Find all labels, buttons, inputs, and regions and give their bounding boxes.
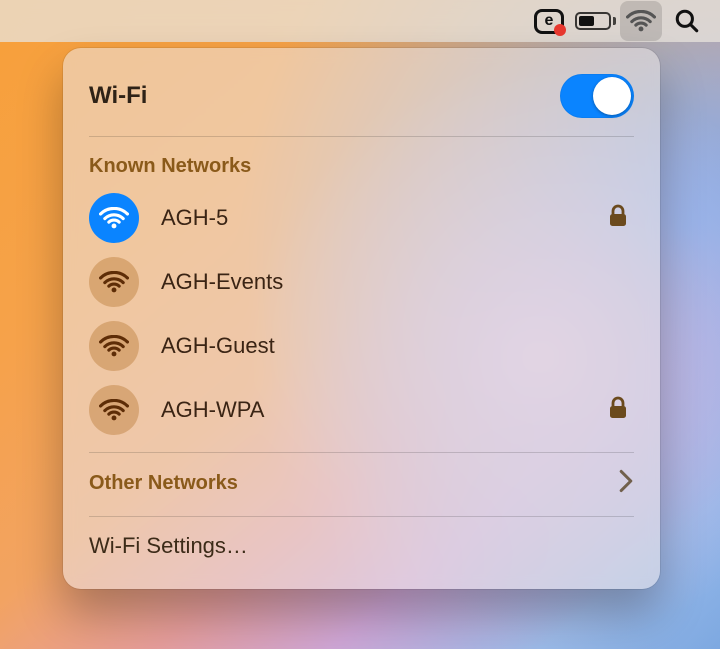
wifi-signal-icon (89, 193, 139, 243)
wifi-network-name: AGH-WPA (161, 397, 608, 423)
lock-icon (608, 396, 628, 425)
menu-extra-battery[interactable] (574, 1, 616, 41)
other-networks-button[interactable]: Other Networks (87, 453, 636, 516)
lock-icon (608, 204, 628, 233)
menu-extra-eset[interactable]: e (528, 1, 570, 41)
wifi-network-row[interactable]: AGH-Guest (87, 314, 636, 378)
menu-extra-wifi[interactable] (620, 1, 662, 41)
wifi-toggle[interactable] (560, 74, 634, 118)
wifi-network-row[interactable]: AGH-WPA (87, 378, 636, 442)
wifi-network-name: AGH-Guest (161, 333, 634, 359)
wifi-network-row[interactable]: AGH-Events (87, 250, 636, 314)
notification-dot-icon (554, 24, 566, 36)
wifi-dropdown-panel: Wi-Fi Known Networks AGH-5 (63, 48, 660, 589)
wifi-settings-button[interactable]: Wi-Fi Settings… (87, 517, 636, 577)
chevron-right-icon (618, 469, 634, 498)
battery-icon (575, 12, 616, 30)
desktop-background: e (0, 0, 720, 649)
wifi-signal-icon (89, 257, 139, 307)
wifi-signal-icon (89, 321, 139, 371)
wifi-toggle-knob (593, 77, 631, 115)
known-networks-heading: Known Networks (87, 137, 636, 186)
wifi-network-name: AGH-5 (161, 205, 608, 231)
other-networks-label: Other Networks (89, 472, 238, 495)
menu-extra-spotlight[interactable] (666, 1, 708, 41)
search-icon (674, 8, 700, 34)
wifi-network-row[interactable]: AGH-5 (87, 186, 636, 250)
wifi-panel-header: Wi-Fi (87, 66, 636, 136)
eset-letter: e (545, 13, 554, 29)
wifi-panel-title: Wi-Fi (89, 82, 147, 110)
wifi-settings-label: Wi-Fi Settings… (89, 533, 248, 559)
eset-icon: e (534, 9, 564, 34)
wifi-network-name: AGH-Events (161, 269, 634, 295)
menu-bar: e (0, 0, 720, 42)
wifi-signal-icon (89, 385, 139, 435)
wifi-icon (626, 10, 656, 32)
